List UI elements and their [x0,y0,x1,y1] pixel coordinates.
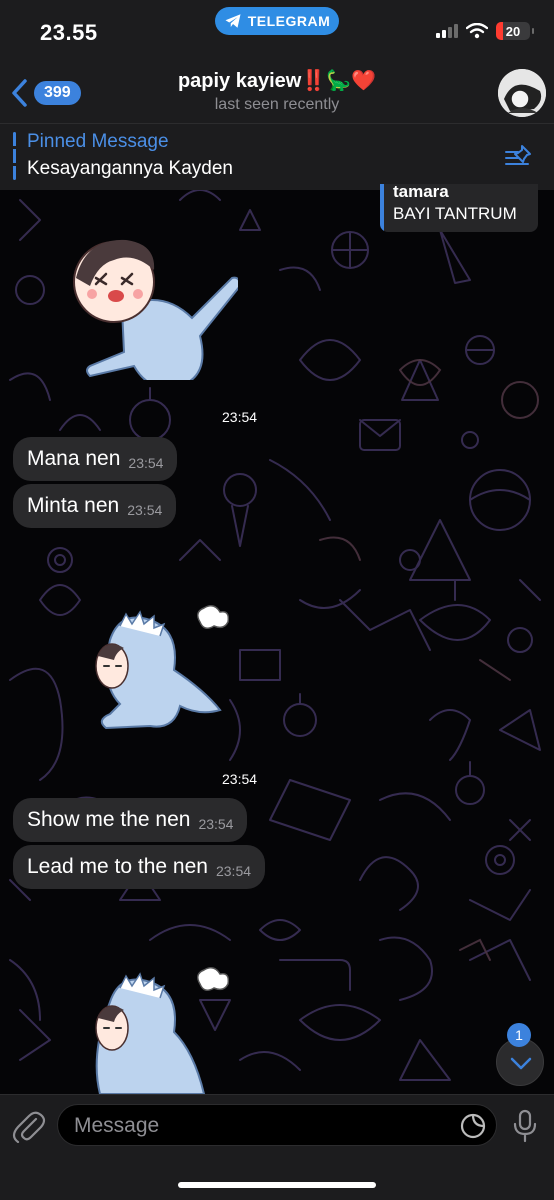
reply-sender: tamara [393,184,449,201]
message-text: Show me the nen [27,808,191,831]
pin-list-icon[interactable] [504,142,534,172]
pinned-message-bar[interactable]: Pinned Message Kesayangannya Kayden [0,124,554,190]
microphone-icon[interactable] [512,1109,538,1143]
chat-header: 399 papiy kayiew‼️🦕❤️ last seen recently [0,60,554,124]
reply-preview-card[interactable]: tamara BAYI TANTRUM [380,184,538,232]
message-timestamp: 23:54 [127,502,163,518]
chat-title[interactable]: papiy kayiew‼️🦕❤️ [0,68,554,93]
message-bubble[interactable]: Mana nen 23:54 [13,437,178,481]
message-bubble[interactable]: Lead me to the nen 23:54 [13,845,266,889]
pinned-label: Pinned Message [27,131,169,152]
app-pill-label: TELEGRAM [247,13,331,29]
message-bubble[interactable]: Minta nen 23:54 [13,484,177,528]
wifi-icon [466,23,488,39]
dino-costume-sticker-2[interactable] [84,962,234,1094]
message-text: Lead me to the nen [27,855,208,878]
message-timestamp: 23:54 [215,863,252,879]
message-text: Mana nen [27,447,121,470]
dino-costume-sticker[interactable] [84,600,234,742]
battery-level: 20 [505,23,521,39]
paperclip-icon[interactable] [12,1109,46,1143]
telegram-app-pill[interactable]: TELEGRAM [215,7,339,35]
scroll-unread-badge: 1 [507,1023,531,1047]
message-text: Minta nen [27,494,120,517]
message-input[interactable]: Message [57,1104,497,1146]
chevron-down-icon [510,1057,532,1070]
pinned-indicator [13,132,16,180]
battery-indicator: 20 [496,22,534,40]
last-seen-status: last seen recently [214,96,340,113]
reply-accent-bar [380,184,384,232]
telegram-icon [225,14,241,28]
crying-baby-sticker[interactable] [62,238,238,380]
status-bar: 23.55 TELEGRAM 20 [0,0,554,60]
home-indicator [178,1182,376,1188]
reply-text: BAYI TANTRUM [393,204,517,223]
status-time: 23.55 [40,20,98,45]
message-placeholder: Message [74,1114,160,1137]
status-indicators: 20 [436,22,534,40]
sticker-timestamp: 23:54 [222,409,258,425]
sticker-timestamp: 23:54 [222,771,258,787]
sticker-icon[interactable] [460,1113,486,1139]
signal-icon [436,24,458,38]
contact-avatar[interactable] [498,69,546,117]
message-timestamp: 23:54 [198,816,234,832]
message-timestamp: 23:54 [128,455,164,471]
pinned-text: Kesayangannya Kayden [27,158,233,179]
message-bubble[interactable]: Show me the nen 23:54 [13,798,248,842]
